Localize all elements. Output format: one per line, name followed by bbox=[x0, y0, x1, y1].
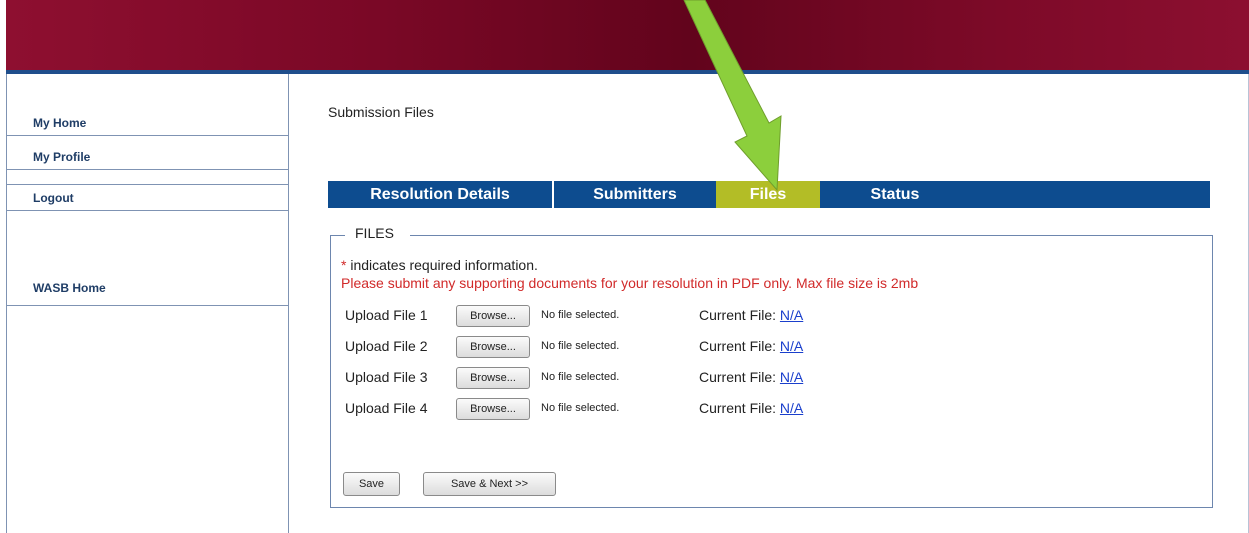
current-file-link-3[interactable]: N/A bbox=[780, 369, 803, 385]
upload-row-2: Upload File 2 Browse... No file selected… bbox=[345, 336, 1145, 358]
file-status: No file selected. bbox=[541, 340, 620, 352]
tab-label: Status bbox=[870, 185, 920, 203]
current-file: Current File: N/A bbox=[699, 369, 803, 385]
sidebar-right-border bbox=[288, 74, 289, 533]
upload-row-3: Upload File 3 Browse... No file selected… bbox=[345, 367, 1145, 389]
current-file-link-1[interactable]: N/A bbox=[780, 307, 803, 323]
file-status: No file selected. bbox=[541, 309, 620, 321]
upload-row-1: Upload File 1 Browse... No file selected… bbox=[345, 305, 1145, 327]
current-file-label: Current File: bbox=[699, 369, 777, 385]
save-next-button[interactable]: Save & Next >> bbox=[423, 472, 556, 496]
tab-label: Resolution Details bbox=[370, 185, 510, 203]
sidebar-item-my-profile[interactable]: My Profile bbox=[7, 144, 288, 170]
current-file: Current File: N/A bbox=[699, 400, 803, 416]
files-legend: FILES bbox=[345, 225, 410, 241]
browse-button-3[interactable]: Browse... bbox=[456, 367, 530, 389]
tab-submitters[interactable]: Submitters bbox=[554, 181, 716, 208]
upload-label: Upload File 3 bbox=[345, 369, 428, 385]
tab-label: Submitters bbox=[593, 185, 677, 203]
header-divider bbox=[6, 70, 1249, 74]
sidebar-item-logout[interactable]: Logout bbox=[7, 184, 288, 211]
current-file: Current File: N/A bbox=[699, 338, 803, 354]
tab-label: Files bbox=[749, 185, 787, 203]
header-banner bbox=[6, 0, 1249, 70]
current-file-label: Current File: bbox=[699, 400, 777, 416]
browse-button-2[interactable]: Browse... bbox=[456, 336, 530, 358]
required-note-text: indicates required information. bbox=[346, 257, 538, 273]
current-file-link-2[interactable]: N/A bbox=[780, 338, 803, 354]
tab-bar: Resolution Details Submitters Files Stat… bbox=[328, 181, 1210, 208]
browse-button-4[interactable]: Browse... bbox=[456, 398, 530, 420]
tab-status[interactable]: Status bbox=[820, 181, 970, 208]
sidebar-item-label: My Profile bbox=[33, 149, 91, 164]
page-title: Submission Files bbox=[328, 104, 434, 120]
upload-label: Upload File 1 bbox=[345, 307, 428, 323]
current-file: Current File: N/A bbox=[699, 307, 803, 323]
sidebar-item-my-home[interactable]: My Home bbox=[7, 110, 288, 136]
sidebar-item-wasb-home[interactable]: WASB Home bbox=[7, 270, 288, 306]
sidebar-item-label: Logout bbox=[33, 190, 74, 205]
upload-row-4: Upload File 4 Browse... No file selected… bbox=[345, 398, 1145, 420]
upload-label: Upload File 4 bbox=[345, 400, 428, 416]
tab-resolution-details[interactable]: Resolution Details bbox=[328, 181, 554, 208]
current-file-link-4[interactable]: N/A bbox=[780, 400, 803, 416]
file-status: No file selected. bbox=[541, 371, 620, 383]
current-file-label: Current File: bbox=[699, 307, 777, 323]
file-status: No file selected. bbox=[541, 402, 620, 414]
sidebar-item-label: My Home bbox=[33, 115, 87, 130]
required-note: * indicates required information. bbox=[341, 257, 538, 273]
save-button[interactable]: Save bbox=[343, 472, 400, 496]
browse-button-1[interactable]: Browse... bbox=[456, 305, 530, 327]
tab-files[interactable]: Files bbox=[716, 181, 820, 208]
sidebar-item-label: WASB Home bbox=[33, 280, 106, 295]
pdf-instruction: Please submit any supporting documents f… bbox=[341, 275, 919, 291]
current-file-label: Current File: bbox=[699, 338, 777, 354]
upload-label: Upload File 2 bbox=[345, 338, 428, 354]
